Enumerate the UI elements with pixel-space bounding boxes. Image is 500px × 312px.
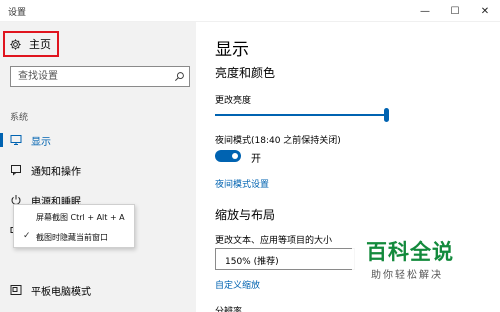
screenshot-context-menu: 屏幕截图 Ctrl + Alt + A ✓ 截图时隐藏当前窗口 [13, 204, 135, 248]
notification-icon [11, 165, 21, 176]
scale-dropdown-value: 150% (推荐) [225, 257, 279, 267]
watermark: 百科全说 助你轻松解决 [352, 236, 492, 288]
page-title: 显示 [215, 40, 249, 60]
section-heading-brightness: 亮度和颜色 [215, 66, 276, 80]
sidebar-item-notifications[interactable]: 通知和操作 [0, 158, 196, 182]
brightness-slider-thumb[interactable] [384, 108, 389, 122]
brightness-slider-track[interactable] [215, 114, 387, 116]
tablet-mode-icon [10, 285, 22, 295]
sidebar-item-label: 平板电脑模式 [31, 286, 91, 298]
menu-item-screenshot[interactable]: 屏幕截图 Ctrl + Alt + A [14, 207, 136, 227]
scale-dropdown[interactable]: 150% (推荐) [215, 248, 355, 270]
menu-item-hide-window[interactable]: ✓ 截图时隐藏当前窗口 [14, 227, 136, 247]
search-input[interactable] [11, 67, 166, 86]
sidebar-item-label: 显示 [31, 136, 51, 148]
maximize-button[interactable]: ☐ [440, 0, 470, 22]
brightness-label: 更改亮度 [215, 96, 252, 106]
custom-scale-link[interactable]: 自定义缩放 [215, 278, 260, 291]
night-mode-toggle[interactable] [215, 150, 241, 162]
monitor-icon [10, 135, 22, 145]
menu-item-label: 截图时隐藏当前窗口 [36, 233, 108, 242]
sidebar-item-label: 通知和操作 [31, 166, 81, 178]
maximize-icon: ☐ [450, 5, 460, 17]
window-title: 设置 [8, 8, 27, 18]
close-button[interactable]: ✕ [470, 0, 500, 22]
night-mode-settings-link[interactable]: 夜间模式设置 [215, 177, 269, 190]
search-icon[interactable] [174, 71, 185, 82]
minimize-icon: — [420, 5, 430, 17]
section-heading-scale: 缩放与布局 [215, 208, 276, 222]
minimize-button[interactable]: — [410, 0, 440, 22]
watermark-subtitle: 助你轻松解决 [371, 270, 443, 281]
sidebar-item-tablet-mode[interactable]: 平板电脑模式 [0, 278, 196, 302]
toggle-knob [232, 153, 238, 159]
sidebar-item-display[interactable]: 显示 [0, 128, 196, 152]
night-mode-label: 夜间模式(18:40 之前保持关闭) [215, 136, 341, 146]
resolution-label: 分辨率 [215, 307, 243, 312]
close-icon: ✕ [480, 5, 490, 17]
menu-item-label: 屏幕截图 Ctrl + Alt + A [36, 213, 125, 222]
section-label-system: 系统 [10, 113, 29, 123]
title-bar: 设置 — ☐ ✕ [0, 0, 500, 22]
home-button[interactable]: 主页 [3, 31, 59, 57]
night-mode-state: 开 [251, 154, 261, 165]
watermark-title: 百科全说 [366, 240, 454, 264]
scale-label: 更改文本、应用等项目的大小 [215, 236, 333, 246]
gear-icon [10, 38, 21, 50]
checkmark-icon: ✓ [23, 231, 31, 241]
home-label: 主页 [29, 38, 51, 51]
sidebar: 主页 系统 显示 通知和操作 电源和睡眠 [0, 22, 196, 312]
search-box [10, 66, 190, 87]
